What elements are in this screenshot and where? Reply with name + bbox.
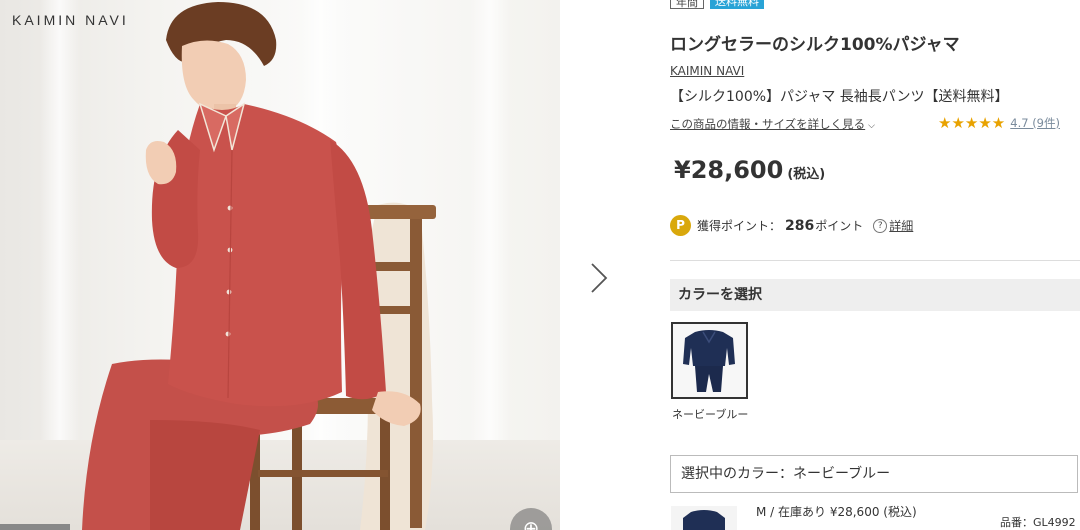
- navy-pajama-small-image: [683, 510, 725, 530]
- divider: [670, 260, 1080, 261]
- question-icon[interactable]: ?: [873, 218, 888, 233]
- price-value: ¥28,600: [674, 156, 784, 184]
- chair-post: [410, 208, 422, 528]
- price: ¥28,600 (税込): [674, 156, 825, 184]
- product-details-link[interactable]: この商品の情報・サイズを詳しく見る ⌵: [670, 116, 875, 132]
- annual-badge: 年間: [670, 0, 704, 9]
- color-select-header: カラーを選択: [670, 279, 1080, 311]
- zoom-icon: ⊕: [522, 516, 540, 530]
- product-main-image[interactable]: KAIMIN NAVI ⊕: [0, 0, 560, 530]
- points-value: 286: [785, 217, 815, 234]
- color-swatch-navy[interactable]: [671, 322, 748, 399]
- model-in-pajama-illustration: [82, 2, 436, 530]
- product-title: ロングセラーのシルク100%パジャマ: [670, 35, 960, 55]
- thumbnail-scroll-indicator[interactable]: [0, 524, 70, 530]
- product-info-panel: 年間 送料無料 ロングセラーのシルク100%パジャマ KAIMIN NAVI 【…: [670, 0, 1080, 530]
- swatch-label: ネービーブルー: [672, 408, 749, 421]
- variant-size-stock-price: M / 在庫あり ¥28,600 (税込): [756, 505, 917, 519]
- variant-thumbnail: [671, 506, 737, 530]
- product-details-link-label: この商品の情報・サイズを詳しく見る: [670, 117, 866, 131]
- selected-color-display: 選択中のカラー：ネービーブルー: [670, 455, 1078, 493]
- navy-pajama-thumbnail: [683, 330, 735, 392]
- points-unit: ポイント: [815, 219, 864, 233]
- brand-link[interactable]: KAIMIN NAVI: [670, 64, 744, 78]
- badge-row: 年間 送料無料: [670, 0, 764, 9]
- product-subtitle: 【シルク100%】パジャマ 長袖長パンツ【送料無料】: [670, 89, 1009, 105]
- chevron-down-icon: ⌵: [868, 121, 875, 131]
- next-image-button[interactable]: [584, 258, 614, 298]
- points-label: 獲得ポイント：: [697, 219, 782, 233]
- product-sku: 品番：GL4992: [1000, 516, 1076, 529]
- points-icon: P: [670, 215, 691, 236]
- rating-stars-icon: ★★★★★: [938, 114, 1006, 132]
- brand-logo: KAIMIN NAVI: [12, 12, 129, 28]
- points-row: P 獲得ポイント： 286 ポイント ? 詳細: [670, 215, 913, 236]
- chevron-right-icon: [591, 263, 608, 293]
- points-detail-link[interactable]: 詳細: [889, 217, 913, 234]
- review-count-link[interactable]: 4.7 (9件): [1010, 115, 1060, 131]
- free-shipping-badge: 送料無料: [710, 0, 764, 9]
- tax-label: (税込): [787, 167, 826, 182]
- rating: ★★★★★ 4.7 (9件): [938, 114, 1060, 132]
